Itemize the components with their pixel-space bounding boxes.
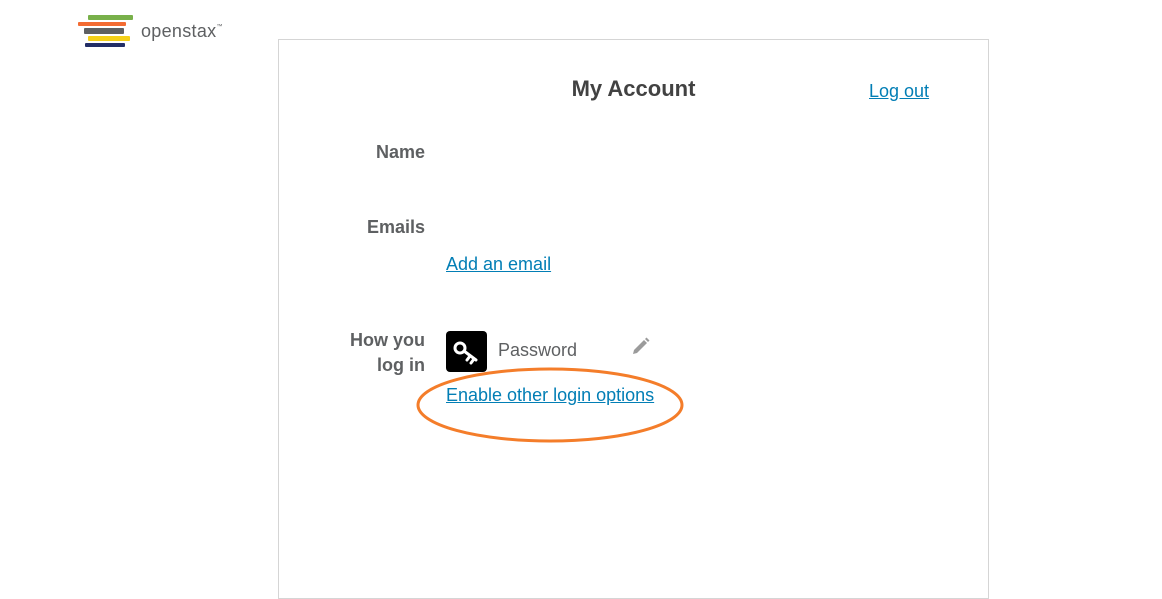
logo-bar-green — [88, 15, 133, 20]
pencil-icon[interactable] — [629, 336, 651, 358]
key-icon-graphic — [453, 341, 478, 365]
login-methods-label: How you log in — [350, 328, 425, 378]
emails-label: Emails — [366, 217, 425, 237]
logo-bar-navy — [85, 43, 125, 47]
openstax-logo[interactable]: openstax™ — [76, 12, 246, 52]
logo-bar-orange — [78, 22, 126, 26]
pencil-icon-graphic — [633, 337, 650, 354]
login-label-line2: log in — [377, 355, 425, 375]
account-card: My Account Log out Name Emails Add an em… — [278, 39, 989, 599]
logout-link[interactable]: Log out — [869, 81, 929, 102]
name-label: Name — [375, 142, 425, 162]
logo-text: openstax — [141, 21, 217, 41]
logo-bar-yellow — [88, 36, 130, 41]
key-icon — [446, 331, 487, 372]
enable-login-options-link[interactable]: Enable other login options — [446, 385, 654, 406]
logo-wordmark: openstax™ — [141, 21, 223, 42]
add-email-link[interactable]: Add an email — [446, 254, 551, 275]
login-label-line1: How you — [350, 330, 425, 350]
logo-bar-gray — [84, 28, 124, 34]
login-method-password: Password — [498, 340, 578, 360]
logo-trademark: ™ — [216, 24, 223, 30]
